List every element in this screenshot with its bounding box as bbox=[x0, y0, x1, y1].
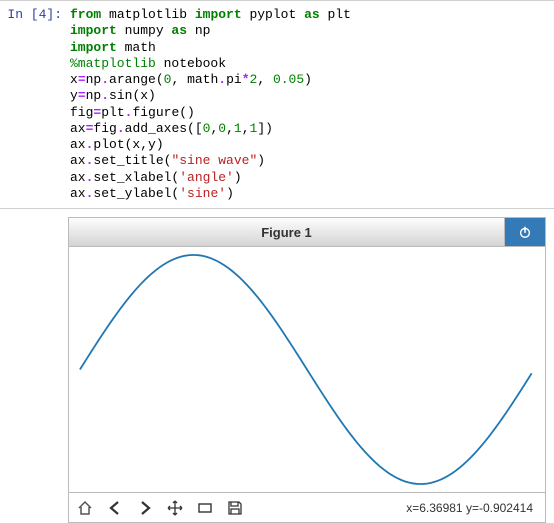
zoom-rect-icon bbox=[197, 500, 213, 516]
code-cell: In [4]: from matplotlib import pyplot as… bbox=[0, 0, 554, 209]
figure-title: Figure 1 bbox=[69, 218, 505, 246]
arrow-left-icon bbox=[107, 500, 123, 516]
move-icon bbox=[167, 500, 183, 516]
pan-button[interactable] bbox=[165, 498, 185, 518]
arrow-right-icon bbox=[137, 500, 153, 516]
figure-header: Figure 1 bbox=[68, 217, 546, 247]
zoom-button[interactable] bbox=[195, 498, 215, 518]
home-button[interactable] bbox=[75, 498, 95, 518]
stop-interaction-button[interactable] bbox=[505, 218, 545, 246]
cursor-coords: x=6.36981 y=-0.902414 bbox=[406, 501, 539, 515]
figure-output: Figure 1 x=6.36981 y=-0.902414 bbox=[0, 209, 554, 523]
save-icon bbox=[227, 500, 243, 516]
power-icon bbox=[518, 225, 532, 239]
figure-canvas[interactable] bbox=[68, 247, 546, 493]
figure-toolbar: x=6.36981 y=-0.902414 bbox=[68, 493, 546, 523]
sine-plot bbox=[69, 247, 545, 492]
code-input[interactable]: from matplotlib import pyplot as plt imp… bbox=[70, 5, 554, 204]
forward-button[interactable] bbox=[135, 498, 155, 518]
save-button[interactable] bbox=[225, 498, 245, 518]
input-prompt: In [4]: bbox=[0, 5, 70, 204]
home-icon bbox=[77, 500, 93, 516]
back-button[interactable] bbox=[105, 498, 125, 518]
